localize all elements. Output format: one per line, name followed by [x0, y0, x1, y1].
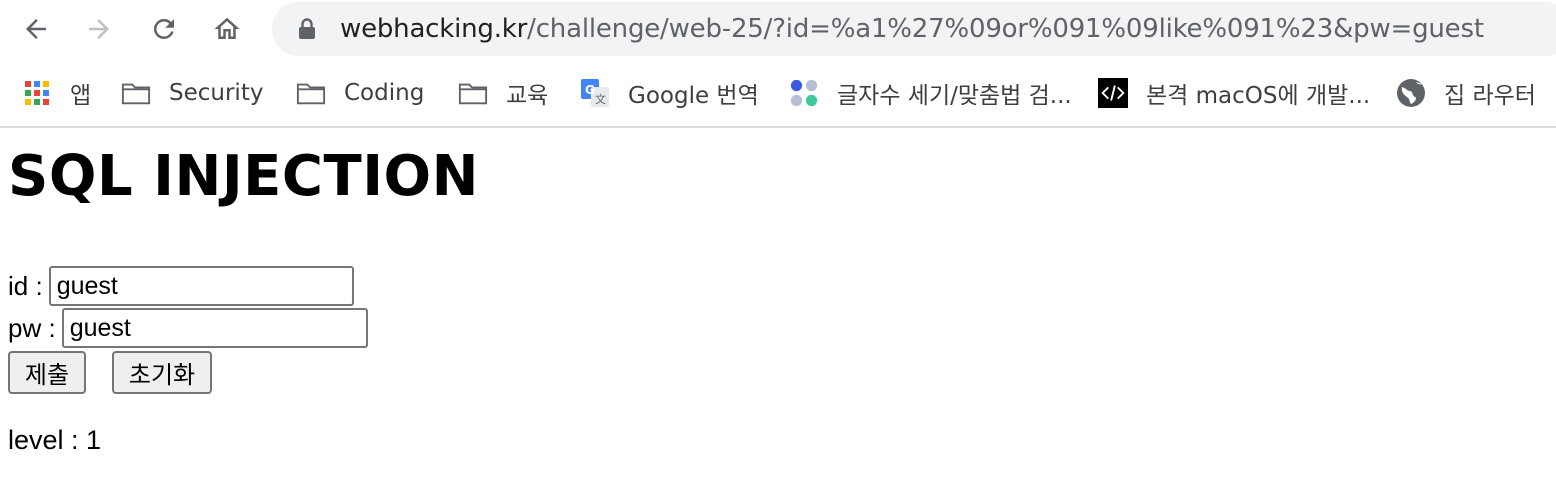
svg-text:文: 文 — [595, 92, 606, 106]
bookmark-security[interactable]: Security — [121, 75, 263, 111]
folder-icon — [296, 78, 326, 108]
url-text[interactable]: webhacking.kr/challenge/web-25/?id=%a1%2… — [340, 14, 1484, 44]
home-button[interactable] — [208, 10, 246, 48]
pw-input[interactable] — [61, 308, 368, 348]
bookmark-label: Coding — [344, 80, 425, 106]
bookmark-label: 글자수 세기/맞춤법 검... — [837, 83, 1072, 109]
bookmark-coding[interactable]: Coding — [296, 75, 424, 111]
bookmark-home-router[interactable]: 집 라우터 — [1396, 75, 1536, 111]
level-text: level : 1 — [8, 425, 102, 455]
home-icon — [214, 17, 240, 39]
page-title: SQL INJECTION — [8, 144, 480, 209]
forward-button[interactable] — [80, 10, 118, 48]
arrow-left-icon — [26, 19, 46, 39]
reload-button[interactable] — [145, 10, 183, 48]
lock-icon[interactable] — [298, 17, 320, 41]
page-content: SQL INJECTION id : pw : 제출 초기화 level : 1 — [0, 130, 1556, 484]
bookmark-label: Security — [169, 80, 264, 106]
bookmark-apps[interactable]: 앱 — [22, 75, 91, 111]
pw-label: pw : — [8, 312, 56, 343]
arrow-right-icon — [89, 19, 109, 39]
url-host: webhacking.kr — [340, 14, 528, 44]
folder-icon — [458, 78, 488, 108]
bookmark-label: Google 번역 — [628, 83, 759, 109]
bookmark-label: 교육 — [506, 83, 549, 109]
id-input[interactable] — [48, 266, 354, 306]
folder-icon — [121, 78, 151, 108]
bookmark-macos-dev[interactable]: 본격 macOS에 개발... — [1098, 75, 1370, 111]
bookmark-char-counter[interactable]: 글자수 세기/맞춤법 검... — [789, 75, 1072, 111]
bookmark-google-translate[interactable]: G文 Google 번역 — [580, 75, 759, 111]
bookmark-education[interactable]: 교육 — [458, 75, 548, 111]
id-row: id : — [8, 266, 354, 306]
address-bar[interactable]: webhacking.kr/challenge/web-25/?id=%a1%2… — [272, 2, 1556, 56]
google-translate-icon: G文 — [580, 78, 610, 108]
url-path: /challenge/web-25/?id=%a1%27%09or%091%09… — [527, 14, 1484, 44]
bookmark-label: 본격 macOS에 개발... — [1146, 83, 1371, 109]
back-button[interactable] — [17, 10, 55, 48]
id-label: id : — [8, 270, 43, 301]
reset-button[interactable]: 초기화 — [112, 351, 212, 394]
reload-icon — [153, 18, 174, 39]
browser-toolbar: webhacking.kr/challenge/web-25/?id=%a1%2… — [0, 0, 1556, 58]
bookmark-label: 앱 — [70, 83, 92, 109]
globe-icon — [1396, 78, 1426, 108]
pw-row: pw : — [8, 308, 368, 348]
bookmarks-bar: 앱 Security Coding 교육 G文 Google 번역 글자수 세기… — [0, 58, 1556, 128]
apps-grid-icon — [22, 78, 52, 108]
svg-text:G: G — [585, 83, 595, 97]
code-icon — [1098, 78, 1128, 108]
dots-icon — [789, 78, 819, 108]
submit-button[interactable]: 제출 — [8, 351, 86, 394]
bookmark-label: 집 라우터 — [1444, 83, 1536, 109]
